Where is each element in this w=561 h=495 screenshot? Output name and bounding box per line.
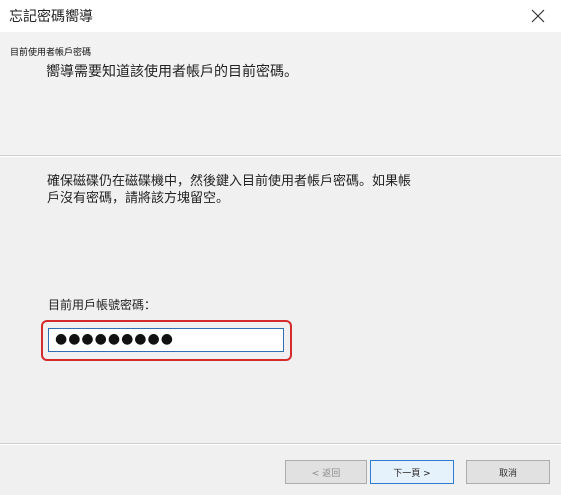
instructions-text: 確保磁碟仍在磁碟機中，然後鍵入目前使用者帳戶密碼。如果帳戶沒有密碼，請將該方塊留… [47, 174, 412, 206]
next-button[interactable]: 下一頁 > [370, 460, 454, 484]
title-bar: 忘記密碼嚮導 [0, 0, 561, 32]
cancel-button[interactable]: 取消 [466, 460, 550, 484]
header-subtitle: 嚮導需要知道該使用者帳戶的目前密碼。 [46, 64, 298, 80]
close-button[interactable] [515, 0, 561, 32]
password-input[interactable]: ●●●●●●●●● [48, 328, 284, 352]
back-button[interactable]: < 返回 [285, 460, 367, 484]
header-title: 目前使用者帳戶密碼 [10, 48, 92, 58]
password-label: 目前用戶帳號密碼： [48, 298, 157, 312]
wizard-header: 目前使用者帳戶密碼 嚮導需要知道該使用者帳戶的目前密碼。 [0, 32, 561, 155]
window-title: 忘記密碼嚮導 [9, 9, 93, 25]
footer-divider-highlight [0, 444, 561, 445]
close-icon [531, 9, 545, 23]
header-divider-highlight [0, 156, 561, 157]
